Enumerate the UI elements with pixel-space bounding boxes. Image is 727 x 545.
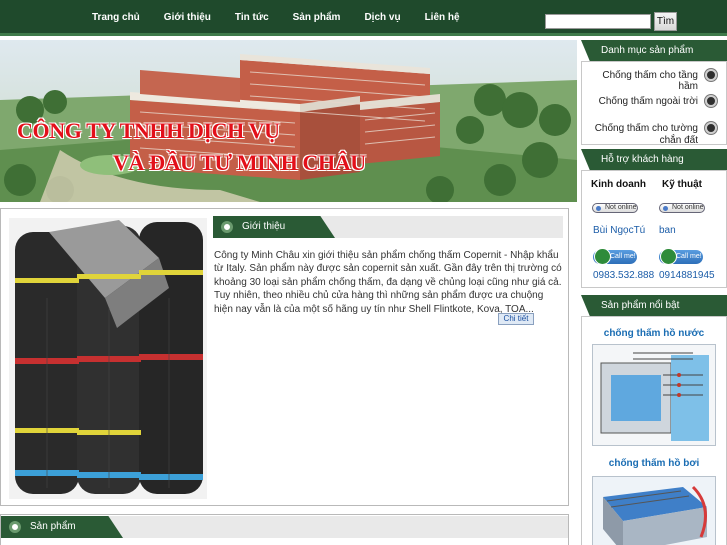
support-header: Hỗ trợ khách hàng <box>581 149 727 170</box>
radio-icon[interactable] <box>705 122 717 134</box>
featured-item-image[interactable] <box>592 476 716 545</box>
nav-news[interactable]: Tin tức <box>235 12 269 23</box>
top-nav-bar: Trang chủ Giới thiệu Tin tức Sản phẩm Dị… <box>0 0 727 36</box>
sales-status-badge[interactable]: Not online <box>592 203 638 213</box>
tech-phone: 0914881945 <box>659 270 715 281</box>
nav-contact[interactable]: Liên hệ <box>425 12 460 23</box>
categories-title: Danh mục sản phẩm <box>601 45 694 56</box>
tech-nick-link[interactable]: ban <box>659 225 676 236</box>
product-image-copernit-rolls <box>9 218 207 499</box>
support-title: Hỗ trợ khách hàng <box>601 154 684 165</box>
category-item[interactable]: Chống thấm ngoài trời <box>582 96 698 107</box>
category-item[interactable]: Chống thấm cho tường chắn đất <box>582 123 698 147</box>
support-box: Kinh doanh Kỹ thuật Not online Not onlin… <box>581 170 727 288</box>
intro-section: Giới thiệu Công ty Minh Châu xin giới th… <box>0 208 569 506</box>
support-tech-title: Kỹ thuật <box>662 179 702 190</box>
bullet-icon <box>9 521 21 533</box>
intro-heading: Giới thiệu <box>242 221 286 232</box>
featured-item-image[interactable] <box>592 344 716 446</box>
sales-nick-link[interactable]: Bùi NgọcTú <box>593 225 645 236</box>
main-nav: Trang chủ Giới thiệu Tin tức Sản phẩm Dị… <box>92 0 484 34</box>
featured-header: Sản phẩm nổi bật <box>581 295 727 316</box>
featured-title: Sản phẩm nổi bật <box>601 300 680 311</box>
sales-phone: 0983.532.888 <box>593 270 655 281</box>
banner-company-name-line2: VÀ ĐẦU TƯ MINH CHÂU <box>113 150 366 175</box>
intro-text: Công ty Minh Châu xin giới thiệu sản phẩ… <box>214 250 562 315</box>
products-heading-bar: Sản phẩm <box>1 516 568 538</box>
banner-company-name-line1: CÔNG TY TNHH DỊCH VỤ <box>17 118 280 143</box>
nav-products[interactable]: Sản phẩm <box>293 12 341 23</box>
support-sales-title: Kinh doanh <box>591 179 646 190</box>
intro-heading-bar: Giới thiệu <box>213 216 563 238</box>
category-item[interactable]: Chống thấm cho tầng hầm <box>582 70 698 92</box>
categories-header: Danh mục sản phẩm <box>581 40 727 61</box>
header-banner: CÔNG TY TNHH DỊCH VỤ VÀ ĐẦU TƯ MINH CHÂU <box>0 40 577 202</box>
tech-call-button[interactable]: Call me! <box>659 248 703 265</box>
products-heading: Sản phẩm <box>30 521 76 532</box>
detail-button[interactable]: Chi tiết <box>498 313 534 325</box>
search-button[interactable]: Tìm <box>654 12 677 31</box>
nav-about[interactable]: Giới thiệu <box>164 12 211 23</box>
nav-home[interactable]: Trang chủ <box>92 12 140 23</box>
nav-services[interactable]: Dịch vụ <box>364 12 400 23</box>
search-input[interactable] <box>545 14 651 29</box>
radio-icon[interactable] <box>705 69 717 81</box>
tech-status-badge[interactable]: Not online <box>659 203 705 213</box>
sales-call-button[interactable]: Call me! <box>593 248 637 265</box>
featured-item-title[interactable]: chống thấm hồ bơi <box>581 458 727 469</box>
featured-item-title[interactable]: chống thấm hồ nước <box>581 328 727 339</box>
products-section: Sản phẩm <box>0 514 569 545</box>
bullet-icon <box>221 221 233 233</box>
radio-icon[interactable] <box>705 95 717 107</box>
categories-list: Chống thấm cho tầng hầm Chống thấm ngoài… <box>581 61 727 147</box>
